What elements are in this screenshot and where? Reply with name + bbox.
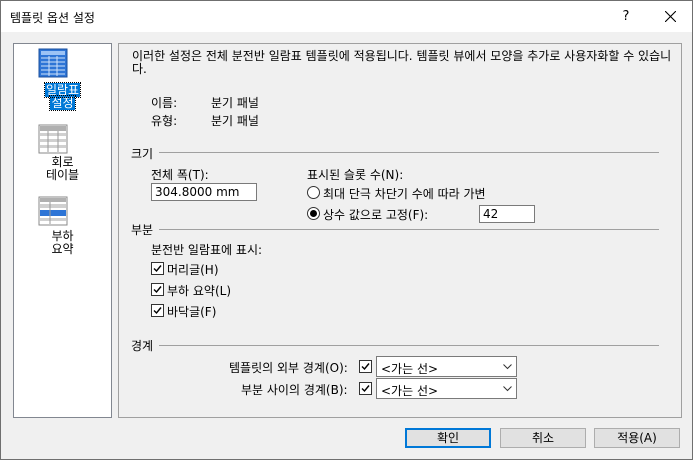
close-button[interactable] [648, 1, 692, 32]
section-group-rule [159, 229, 659, 230]
variable-slots-radio[interactable] [307, 186, 320, 199]
dialog-title: 템플릿 옵션 설정 [10, 11, 95, 25]
settings-content: 이러한 설정은 전체 분전반 일람표 템플릿에 적용됩니다. 템플릿 뷰에서 모… [118, 43, 682, 418]
check-mark-icon [361, 363, 370, 371]
load-summary-checkbox[interactable] [151, 283, 164, 296]
section-border-label: 부분 사이의 경계(B): [241, 383, 348, 397]
description-text: 이러한 설정은 전체 분전반 일람표 템플릿에 적용됩니다. 템플릿 뷰에서 모… [132, 49, 672, 76]
nav-item-load-summary[interactable]: 부하 요약 [14, 196, 111, 258]
size-group-rule [159, 152, 659, 153]
nav-label-line2: 요약 [51, 242, 74, 256]
circuit-table-icon [38, 124, 68, 154]
nav-item-circuit-table[interactable]: 회로 테이블 [14, 124, 111, 184]
section-group-title: 부분 [131, 223, 154, 237]
size-group-title: 크기 [131, 147, 154, 161]
check-mark-icon [153, 286, 162, 294]
type-label: 유형: [151, 114, 178, 128]
total-width-label: 전체 폭(T): [151, 168, 209, 182]
footer-checkbox[interactable] [151, 304, 164, 317]
nav-label-line1: 회로 [51, 155, 74, 169]
nav-panel: 일람표 설정 회로 테이블 부하 요약 [13, 43, 112, 418]
outer-border-dropdown[interactable]: <가는 선> [376, 356, 517, 377]
footer-checkbox-label: 바닥글(F) [167, 305, 217, 319]
panel-schedule-icon [38, 48, 68, 78]
slots-label: 표시된 슬롯 수(N): [307, 168, 404, 182]
cancel-button[interactable]: 취소 [500, 428, 586, 448]
outer-border-checkbox[interactable] [359, 360, 372, 373]
fixed-slots-radio[interactable] [307, 207, 320, 220]
section-border-checkbox[interactable] [359, 382, 372, 395]
nav-label-line1: 부하 [51, 229, 74, 243]
type-value: 분기 패널 [211, 114, 259, 128]
header-checkbox[interactable] [151, 262, 164, 275]
chevron-down-icon [503, 386, 512, 392]
load-summary-checkbox-label: 부하 요약(L) [167, 284, 232, 298]
nav-label-line1: 일람표 [43, 82, 82, 98]
ok-button[interactable]: 확인 [405, 428, 491, 448]
variable-slots-label: 최대 단극 차단기 수에 따라 가변 [323, 187, 486, 201]
name-label: 이름: [151, 96, 178, 110]
border-group-rule [159, 345, 659, 346]
fixed-slots-label: 상수 값으로 고정(F): [323, 208, 429, 222]
outer-border-label: 템플릿의 외부 경계(O): [229, 361, 348, 375]
outer-border-value: <가는 선> [381, 362, 439, 376]
check-mark-icon [153, 265, 162, 273]
section-border-dropdown[interactable]: <가는 선> [376, 378, 517, 399]
nav-label-line2: 테이블 [45, 168, 80, 182]
apply-button[interactable]: 적용(A) [594, 428, 680, 448]
name-value: 분기 패널 [211, 96, 259, 110]
total-width-input[interactable]: 304.8000 mm [151, 183, 257, 201]
load-summary-icon [38, 196, 68, 226]
close-icon [665, 11, 676, 22]
fixed-slots-input[interactable]: 42 [479, 205, 535, 223]
check-mark-icon [153, 307, 162, 315]
template-options-dialog: 템플릿 옵션 설정 ? 일람표 설정 회로 테이블 부하 요약 이러한 설정은 … [0, 0, 693, 460]
show-in-schedule-label: 분전반 일람표에 표시: [151, 243, 263, 257]
check-mark-icon [361, 385, 370, 393]
border-group-title: 경계 [131, 339, 154, 353]
nav-item-panel-schedule[interactable]: 일람표 설정 [14, 48, 111, 114]
header-checkbox-label: 머리글(H) [167, 263, 219, 277]
help-button[interactable]: ? [604, 1, 648, 32]
section-border-value: <가는 선> [381, 384, 439, 398]
title-bar: 템플릿 옵션 설정 ? [1, 1, 692, 32]
nav-label-line2: 설정 [49, 95, 76, 111]
chevron-down-icon [503, 364, 512, 370]
